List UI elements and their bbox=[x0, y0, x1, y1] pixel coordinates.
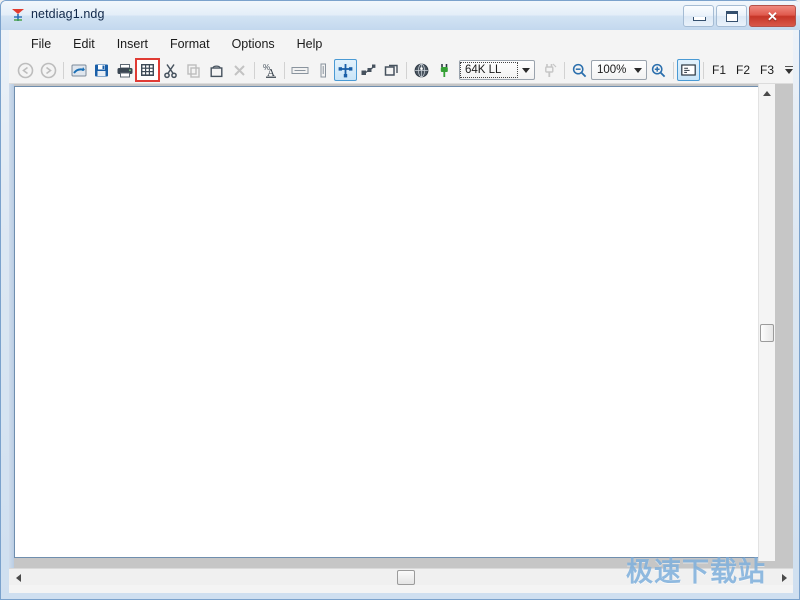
network-group-button[interactable] bbox=[357, 59, 380, 81]
zoom-level-value: 100% bbox=[597, 64, 627, 76]
toolbar-separator bbox=[564, 61, 565, 79]
text-format-icon: % A bbox=[261, 62, 278, 79]
title-bar: netdiag1.ndg ✕ bbox=[1, 1, 800, 30]
delete-icon bbox=[231, 62, 248, 79]
link-type-combo[interactable]: 64K LL bbox=[459, 60, 535, 80]
chevron-down-icon[interactable] bbox=[518, 61, 534, 79]
menu-bar: File Edit Insert Format Options Help bbox=[9, 30, 793, 57]
open-icon bbox=[70, 62, 88, 79]
toolbar-separator bbox=[673, 61, 674, 79]
cut-icon bbox=[162, 62, 179, 79]
menu-item-help[interactable]: Help bbox=[286, 33, 334, 55]
globe-icon bbox=[413, 62, 430, 79]
link-type-value: 64K LL bbox=[460, 62, 518, 78]
rack-device-button[interactable] bbox=[135, 58, 160, 82]
duplicate-shape-button[interactable] bbox=[380, 59, 403, 81]
duplicate-shape-icon bbox=[383, 62, 400, 79]
zoom-in-button[interactable] bbox=[647, 59, 670, 81]
vertical-scrollbar[interactable] bbox=[758, 84, 775, 561]
window-controls: ✕ bbox=[683, 5, 796, 27]
minimize-icon bbox=[693, 17, 706, 21]
maximize-button[interactable] bbox=[716, 5, 747, 27]
text-format-button[interactable]: % A bbox=[258, 59, 281, 81]
forward-icon bbox=[40, 62, 57, 79]
vertical-bar-button[interactable] bbox=[311, 59, 334, 81]
note-icon bbox=[680, 63, 697, 77]
node-crosshair-icon bbox=[337, 62, 354, 79]
function-key-f2[interactable]: F2 bbox=[731, 63, 755, 77]
globe-button[interactable] bbox=[410, 59, 433, 81]
print-button[interactable] bbox=[113, 59, 136, 81]
scroll-up-arrow[interactable] bbox=[759, 85, 775, 101]
forward-button[interactable] bbox=[37, 59, 60, 81]
label-icon bbox=[290, 63, 310, 78]
menu-item-file[interactable]: File bbox=[20, 33, 62, 55]
cut-button[interactable] bbox=[159, 59, 182, 81]
close-icon: ✕ bbox=[767, 8, 778, 24]
paste-icon bbox=[208, 62, 225, 79]
chevron-down-icon[interactable] bbox=[630, 61, 646, 79]
menu-item-edit[interactable]: Edit bbox=[62, 33, 106, 55]
scroll-right-arrow[interactable] bbox=[776, 570, 792, 585]
print-icon bbox=[116, 62, 134, 79]
document-area bbox=[9, 84, 793, 569]
function-key-f1[interactable]: F1 bbox=[707, 63, 731, 77]
menu-item-format[interactable]: Format bbox=[159, 33, 221, 55]
link-tool-icon bbox=[541, 62, 558, 79]
open-button[interactable] bbox=[67, 59, 90, 81]
toolbar-separator bbox=[406, 61, 407, 79]
chevron-down-icon bbox=[785, 69, 794, 74]
menu-item-insert[interactable]: Insert bbox=[106, 33, 159, 55]
zoom-out-icon bbox=[571, 62, 588, 79]
diagram-canvas[interactable] bbox=[14, 86, 766, 558]
copy-button[interactable] bbox=[182, 59, 205, 81]
back-button[interactable] bbox=[14, 59, 37, 81]
back-icon bbox=[17, 62, 34, 79]
connector-button[interactable] bbox=[433, 59, 456, 81]
scroll-left-arrow[interactable] bbox=[10, 570, 26, 585]
zoom-level-combo[interactable]: 100% bbox=[591, 60, 647, 80]
network-group-icon bbox=[360, 62, 377, 79]
application-window: netdiag1.ndg ✕ File Edit Insert Format O… bbox=[0, 0, 800, 600]
maximize-icon bbox=[726, 11, 738, 22]
paste-button[interactable] bbox=[205, 59, 228, 81]
zoom-out-button[interactable] bbox=[568, 59, 591, 81]
close-button[interactable]: ✕ bbox=[749, 5, 796, 27]
rack-device-icon bbox=[139, 62, 156, 78]
toolbar-separator bbox=[254, 61, 255, 79]
menu-item-options[interactable]: Options bbox=[221, 33, 286, 55]
vertical-bar-icon bbox=[318, 62, 328, 79]
window-title: netdiag1.ndg bbox=[31, 7, 105, 21]
label-button[interactable] bbox=[288, 59, 311, 81]
toolbar-separator bbox=[284, 61, 285, 79]
toolbar: % A 64K LL 100% F1 F2 F3 bbox=[9, 57, 795, 84]
save-button[interactable] bbox=[90, 59, 113, 81]
connector-icon bbox=[436, 62, 453, 79]
note-button[interactable] bbox=[677, 59, 700, 81]
copy-icon bbox=[185, 62, 202, 79]
zoom-in-icon bbox=[650, 62, 667, 79]
horizontal-scrollbar[interactable] bbox=[9, 568, 793, 585]
horizontal-thumb[interactable] bbox=[397, 570, 415, 585]
delete-button[interactable] bbox=[228, 59, 251, 81]
minimize-button[interactable] bbox=[683, 5, 714, 27]
link-tool-button[interactable] bbox=[538, 59, 561, 81]
toolbar-separator bbox=[703, 61, 704, 79]
function-key-f3[interactable]: F3 bbox=[755, 63, 779, 77]
vertical-thumb[interactable] bbox=[760, 324, 774, 342]
toolbar-overflow-button[interactable] bbox=[783, 66, 795, 74]
app-icon bbox=[10, 7, 26, 23]
client-area: File Edit Insert Format Options Help % A… bbox=[9, 30, 795, 593]
toolbar-separator bbox=[63, 61, 64, 79]
node-crosshair-button[interactable] bbox=[334, 59, 357, 81]
overflow-bar-icon bbox=[785, 66, 794, 67]
save-icon bbox=[93, 62, 110, 79]
